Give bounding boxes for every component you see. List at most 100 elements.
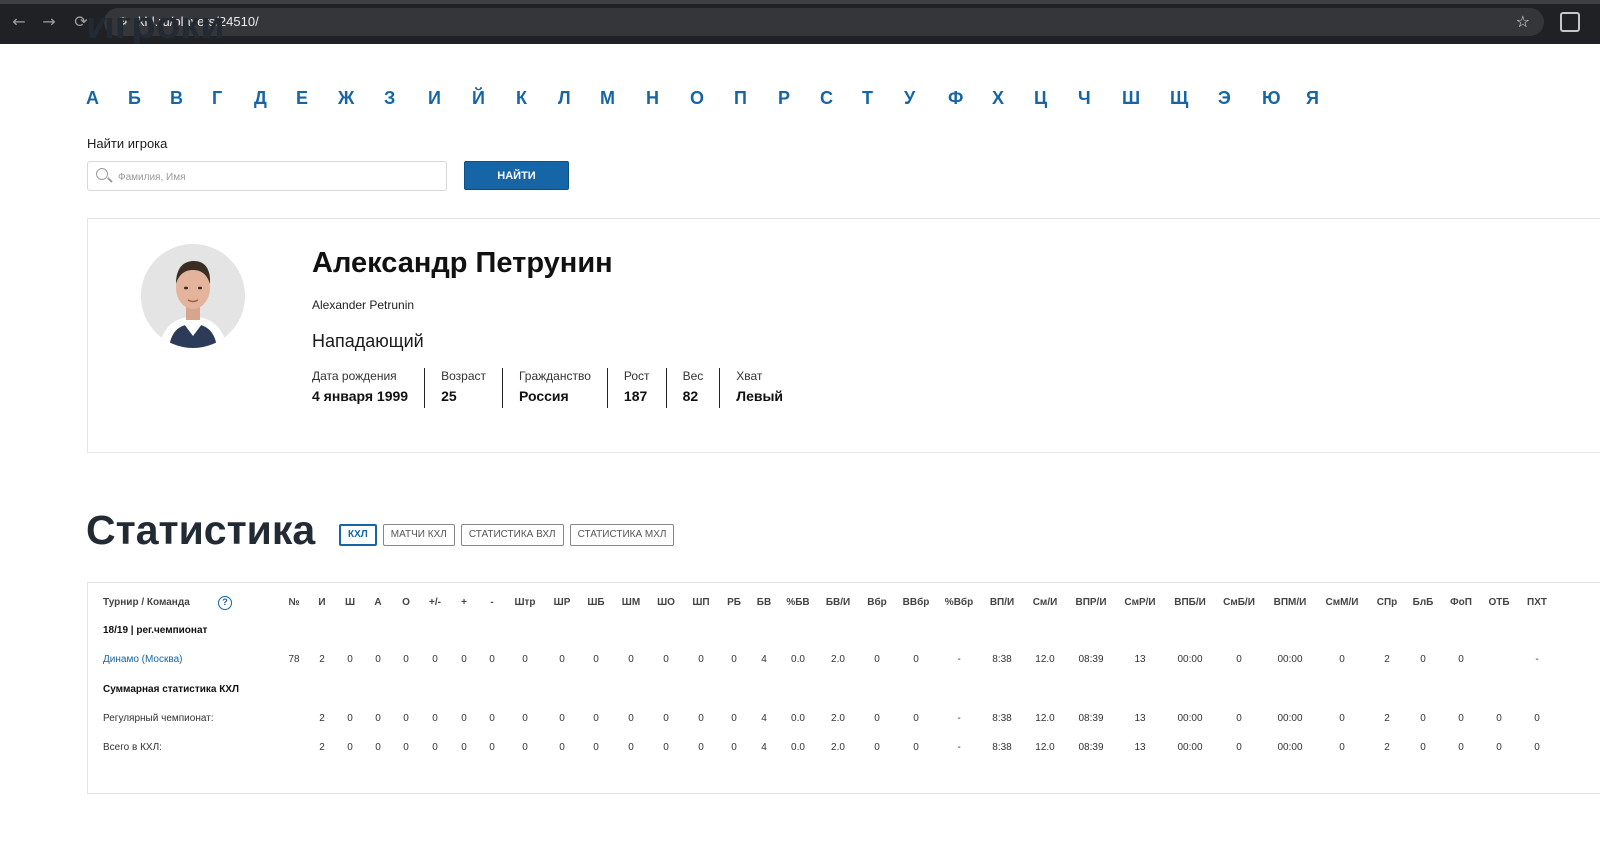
player-fact: Возраст 25 [424, 368, 502, 408]
alphabet-letter[interactable]: Ч [1078, 88, 1091, 109]
player-fact: Гражданство Россия [501, 368, 607, 408]
help-icon[interactable]: ? [218, 596, 232, 610]
stats-table: Турнир / Команда ? 18/19 | рег.чемпионат… [87, 582, 1600, 794]
alphabet-letter[interactable]: М [600, 88, 615, 109]
col-header[interactable]: См/И [1020, 597, 1070, 608]
table-cell: 0 [1458, 654, 1464, 665]
alphabet-letter[interactable]: Ж [338, 88, 354, 109]
stats-tab[interactable]: КХЛ [339, 524, 377, 546]
col-header[interactable]: ПХТ [1512, 597, 1562, 608]
player-fact-label: Хват [736, 369, 763, 383]
alphabet-letter[interactable]: Я [1306, 88, 1319, 109]
col-header[interactable]: СмР/И [1115, 597, 1165, 608]
stats-title: Статистика [86, 507, 316, 553]
summary-row-label: Регулярный чемпионат: [103, 713, 214, 724]
table-cell: 08:39 [1078, 654, 1104, 665]
col-header[interactable]: ВПР/И [1066, 597, 1116, 608]
player-fact-value: 4 января 1999 [312, 388, 409, 404]
player-fact-value: Левый [736, 388, 784, 404]
alphabet-letter[interactable]: П [734, 88, 747, 109]
alphabet-letter[interactable]: О [690, 88, 704, 109]
season-label: 18/19 | рег.чемпионат [103, 625, 208, 636]
player-fact-label: Рост [623, 369, 650, 383]
alphabet-letter[interactable]: У [904, 88, 915, 109]
alphabet-letter[interactable]: Й [472, 88, 485, 109]
table-cell: 0 [1236, 713, 1242, 724]
alphabet-letter[interactable]: Щ [1170, 88, 1188, 109]
stats-tab[interactable]: СТАТИСТИКА МХЛ [569, 524, 675, 546]
table-cell: 00:00 [1177, 742, 1203, 753]
alphabet-letter[interactable]: С [820, 88, 833, 109]
alphabet-letter[interactable]: Д [254, 88, 267, 109]
summary-row-label: Всего в КХЛ: [103, 742, 162, 753]
summary-label: Суммарная статистика КХЛ [103, 684, 240, 695]
table-cell: 00:00 [1277, 654, 1303, 665]
table-cell: 13 [1134, 713, 1146, 724]
alphabet-letter[interactable]: Л [558, 88, 571, 109]
table-cell: 00:00 [1277, 742, 1303, 753]
player-fact-label: Вес [682, 369, 704, 383]
bookmark-star-icon[interactable]: ☆ [1516, 12, 1530, 31]
player-fact-value: 187 [623, 388, 648, 404]
player-photo [141, 244, 245, 348]
browser-toolbar: ← → ⟳ ⚙ khl.ru/players/24510/ ☆ [0, 0, 1600, 44]
stats-tabs: КХЛ МАТЧИ КХЛ СТАТИСТИКА ВХЛ СТАТИСТИКА МХЛ [339, 524, 680, 546]
player-fact: Рост 187 [606, 368, 666, 408]
find-button[interactable]: НАЙТИ [464, 161, 569, 190]
col-header[interactable]: ВПБ/И [1165, 597, 1215, 608]
search-input[interactable] [118, 168, 438, 186]
alphabet-letter[interactable]: И [428, 88, 441, 109]
alphabet-letter[interactable]: Р [778, 88, 790, 109]
alphabet-letter[interactable]: В [170, 88, 183, 109]
table-cell: 0 [1236, 742, 1242, 753]
alphabet-letter[interactable]: Н [646, 88, 659, 109]
player-fact-value: Россия [518, 388, 569, 404]
player-facts: Дата рождения 4 января 1999 Возраст 25 Гражд… [312, 368, 799, 408]
table-cell: 0 [1339, 742, 1345, 753]
search-field[interactable] [87, 161, 447, 191]
table-cell: 0 [1339, 713, 1345, 724]
table-cell: 12.0 [1035, 742, 1055, 753]
alphabet-letter[interactable]: Ц [1034, 88, 1047, 109]
table-cell: 00:00 [1277, 713, 1303, 724]
table-cell: 00:00 [1177, 713, 1203, 724]
col-header[interactable]: ВПМ/И [1265, 597, 1315, 608]
alphabet-letter[interactable]: Е [296, 88, 308, 109]
alphabet-letter[interactable]: Т [862, 88, 873, 109]
stats-tab[interactable]: СТАТИСТИКА ВХЛ [460, 524, 564, 546]
alphabet-letter[interactable]: Ш [1122, 88, 1140, 109]
player-card: Александр Петрунин Alexander Petrunin На… [87, 218, 1600, 453]
back-icon[interactable]: ← [9, 12, 29, 32]
alphabet-letter[interactable]: А [86, 88, 99, 109]
col-header[interactable]: СмБ/И [1214, 597, 1264, 608]
stats-tab[interactable]: МАТЧИ КХЛ [382, 524, 455, 546]
col-header-tournament[interactable]: Турнир / Команда [103, 597, 190, 608]
alphabet-letter[interactable]: Г [212, 88, 222, 109]
address-bar[interactable]: ⚙ khl.ru/players/24510/ ☆ [104, 8, 1544, 36]
table-cell: 0 [1534, 742, 1540, 753]
table-cell: 0 [1236, 654, 1242, 665]
alphabet-letter[interactable]: Э [1218, 88, 1231, 109]
player-name: Александр Петрунин [312, 247, 613, 279]
tab-strip [0, 0, 1600, 4]
alphabet-letter[interactable]: Б [128, 88, 141, 109]
alphabet-letter[interactable]: К [516, 88, 527, 109]
player-fact-value: 82 [682, 388, 699, 404]
alphabet-letter[interactable]: Х [992, 88, 1004, 109]
player-avatar [141, 244, 245, 348]
alphabet-letter[interactable]: З [384, 88, 395, 109]
team-link[interactable]: Динамо (Москва) [103, 654, 182, 665]
table-cell: 13 [1134, 654, 1146, 665]
table-cell: 00:00 [1177, 654, 1203, 665]
extensions-icon[interactable] [1560, 12, 1580, 32]
forward-icon[interactable]: → [39, 12, 59, 32]
alphabet-letter[interactable]: Ф [948, 88, 963, 109]
alphabet-letter[interactable]: Ю [1262, 88, 1281, 109]
col-header[interactable]: СмМ/И [1317, 597, 1367, 608]
player-fact: Хват Левый [719, 368, 799, 408]
search-label: Найти игрока [87, 136, 168, 151]
search-icon [96, 168, 108, 180]
player-position: Нападающий [312, 331, 424, 351]
table-cell: 0 [1534, 713, 1540, 724]
table-cell: 13 [1134, 742, 1146, 753]
